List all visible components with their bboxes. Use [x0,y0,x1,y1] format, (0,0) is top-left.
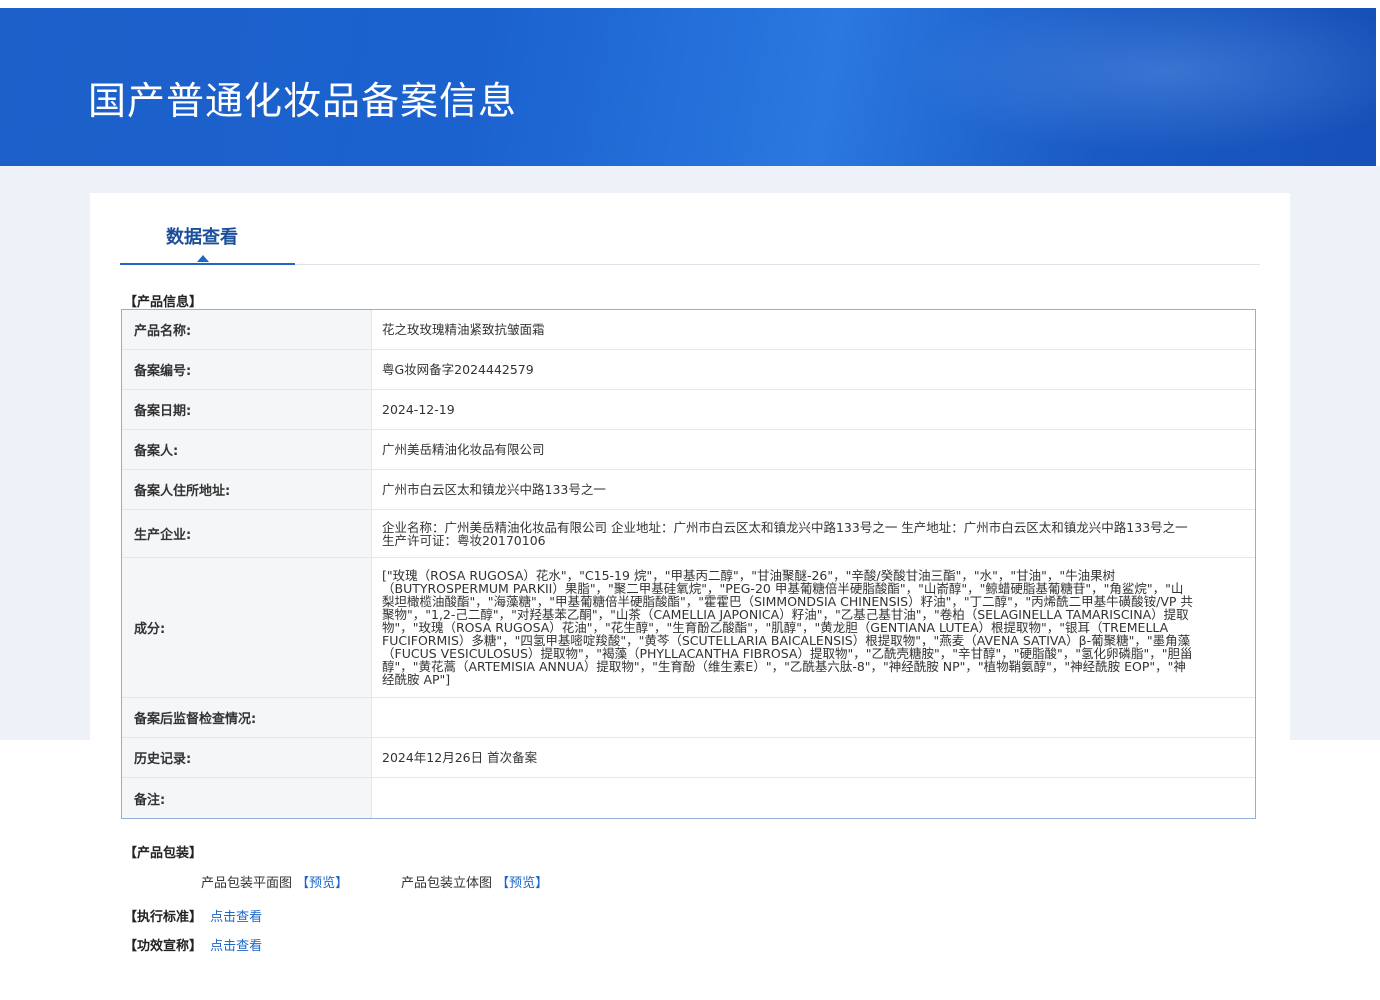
standard-view-link[interactable]: 点击查看 [210,910,262,925]
row-label-history: 历史记录: [122,738,372,777]
packaging-solid-preview-link[interactable]: 【预览】 [496,876,548,891]
row-label-registrant-address: 备案人住所地址: [122,470,372,509]
tab-data-view-label: 数据查看 [166,227,238,248]
efficacy-heading: 【功效宣称】 [124,939,203,954]
table-row: 生产企业: 企业名称：广州美岳精油化妆品有限公司 企业地址：广州市白云区太和镇龙… [122,510,1255,558]
packaging-solid-item: 产品包装立体图 【预览】 [401,872,548,891]
packaging-flat-item: 产品包装平面图 【预览】 [201,872,348,891]
standard-heading: 【执行标准】 [124,910,203,925]
packaging-solid-label: 产品包装立体图 [401,876,493,891]
table-row: 备案日期: 2024-12-19 [122,390,1255,430]
table-row: 备案后监督检查情况: [122,698,1255,738]
efficacy-view-link[interactable]: 点击查看 [210,939,262,954]
row-value-post-inspection [372,698,1255,737]
page-header-banner: 国产普通化妆品备案信息 [0,8,1376,166]
table-row: 备案人住所地址: 广州市白云区太和镇龙兴中路133号之一 [122,470,1255,510]
row-value-registration-date: 2024-12-19 [382,402,455,417]
row-label-manufacturer: 生产企业: [122,510,372,557]
row-label-ingredients: 成分: [122,558,372,697]
row-label-remarks: 备注: [122,778,372,818]
table-row: 备案编号: 粤G妆网备字2024442579 [122,350,1255,390]
tab-data-view[interactable]: 数据查看 [120,205,295,265]
row-value-ingredients: ["玫瑰（ROSA RUGOSA）花水"，"C15-19 烷"，"甲基丙二醇"，… [382,568,1193,687]
row-value-product-name: 花之玫玫瑰精油紧致抗皱面霜 [382,322,545,337]
product-info-heading: 【产品信息】 [124,295,203,310]
product-info-table: 产品名称: 花之玫玫瑰精油紧致抗皱面霜 备案编号: 粤G妆网备字20244425… [121,309,1256,819]
table-row: 成分: ["玫瑰（ROSA RUGOSA）花水"，"C15-19 烷"，"甲基丙… [122,558,1255,698]
table-row: 产品名称: 花之玫玫瑰精油紧致抗皱面霜 [122,310,1255,350]
row-label-product-name: 产品名称: [122,310,372,349]
row-value-registrant-address: 广州市白云区太和镇龙兴中路133号之一 [382,482,606,497]
standard-row: 【执行标准】 点击查看 [124,906,262,925]
row-value-registrant: 广州美岳精油化妆品有限公司 [382,442,545,457]
row-label-registrant: 备案人: [122,430,372,469]
row-label-post-inspection: 备案后监督检查情况: [122,698,372,737]
packaging-flat-label: 产品包装平面图 [201,876,293,891]
row-value-remarks [372,778,1255,818]
row-value-history: 2024年12月26日 首次备案 [382,750,538,765]
packaging-flat-preview-link[interactable]: 【预览】 [296,876,348,891]
page-title: 国产普通化妆品备案信息 [88,79,518,123]
packaging-heading: 【产品包装】 [124,846,203,861]
row-value-registration-number: 粤G妆网备字2024442579 [382,362,534,377]
table-row: 备注: [122,778,1255,818]
efficacy-row: 【功效宣称】 点击查看 [124,935,262,954]
table-row: 备案人: 广州美岳精油化妆品有限公司 [122,430,1255,470]
row-label-registration-date: 备案日期: [122,390,372,429]
row-label-registration-number: 备案编号: [122,350,372,389]
row-value-manufacturer: 企业名称：广州美岳精油化妆品有限公司 企业地址：广州市白云区太和镇龙兴中路133… [382,519,1188,548]
table-row: 历史记录: 2024年12月26日 首次备案 [122,738,1255,778]
tab-bar: 数据查看 [120,205,1260,265]
tab-active-indicator-icon [197,255,209,262]
